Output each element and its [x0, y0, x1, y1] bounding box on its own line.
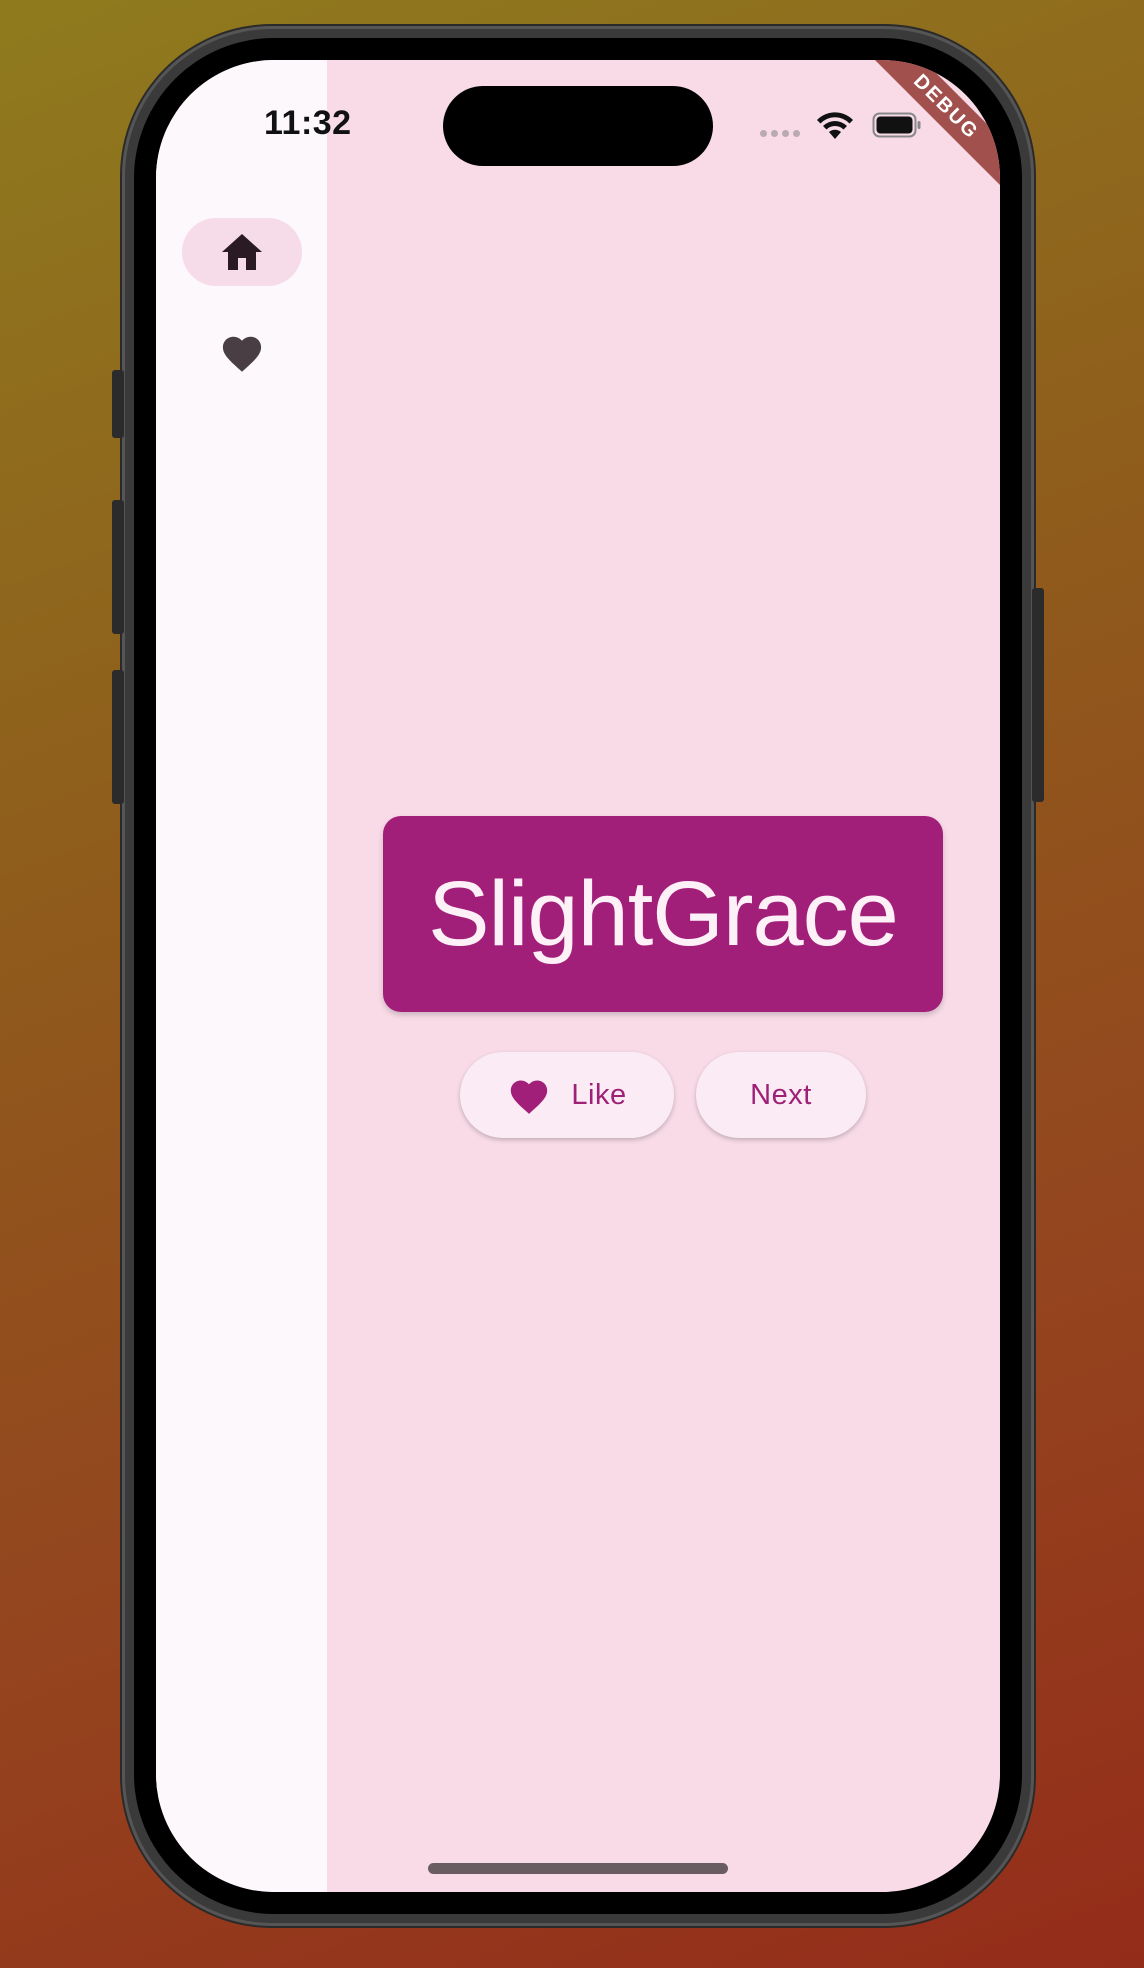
like-button-label: Like: [571, 1078, 627, 1111]
volume-up-button: [112, 500, 124, 634]
volume-down-button: [112, 670, 124, 804]
debug-banner: DEBUG: [860, 60, 1000, 200]
heart-icon: [511, 1080, 548, 1114]
status-time: 11:32: [264, 104, 352, 142]
nav-item-favorites[interactable]: [206, 322, 278, 382]
heart-icon: [222, 336, 262, 372]
nav-item-home[interactable]: [182, 218, 302, 286]
home-icon: [222, 234, 262, 270]
cellular-signal-icon: [760, 130, 800, 137]
home-indicator[interactable]: [428, 1863, 728, 1874]
word-pair-card: SlightGrace: [383, 816, 943, 1012]
like-button[interactable]: Like: [460, 1052, 674, 1138]
next-button-label: Next: [750, 1078, 812, 1111]
dynamic-island: [443, 86, 713, 166]
wifi-icon: [817, 112, 853, 139]
debug-banner-label: DEBUG: [863, 60, 1000, 190]
word-pair-text: SlightGrace: [428, 862, 899, 965]
power-button: [1032, 588, 1044, 802]
app-screen: 11:32 DEBUG SlightGrace Like Next: [156, 60, 1000, 1892]
action-button: [112, 370, 124, 438]
next-button[interactable]: Next: [696, 1052, 866, 1138]
